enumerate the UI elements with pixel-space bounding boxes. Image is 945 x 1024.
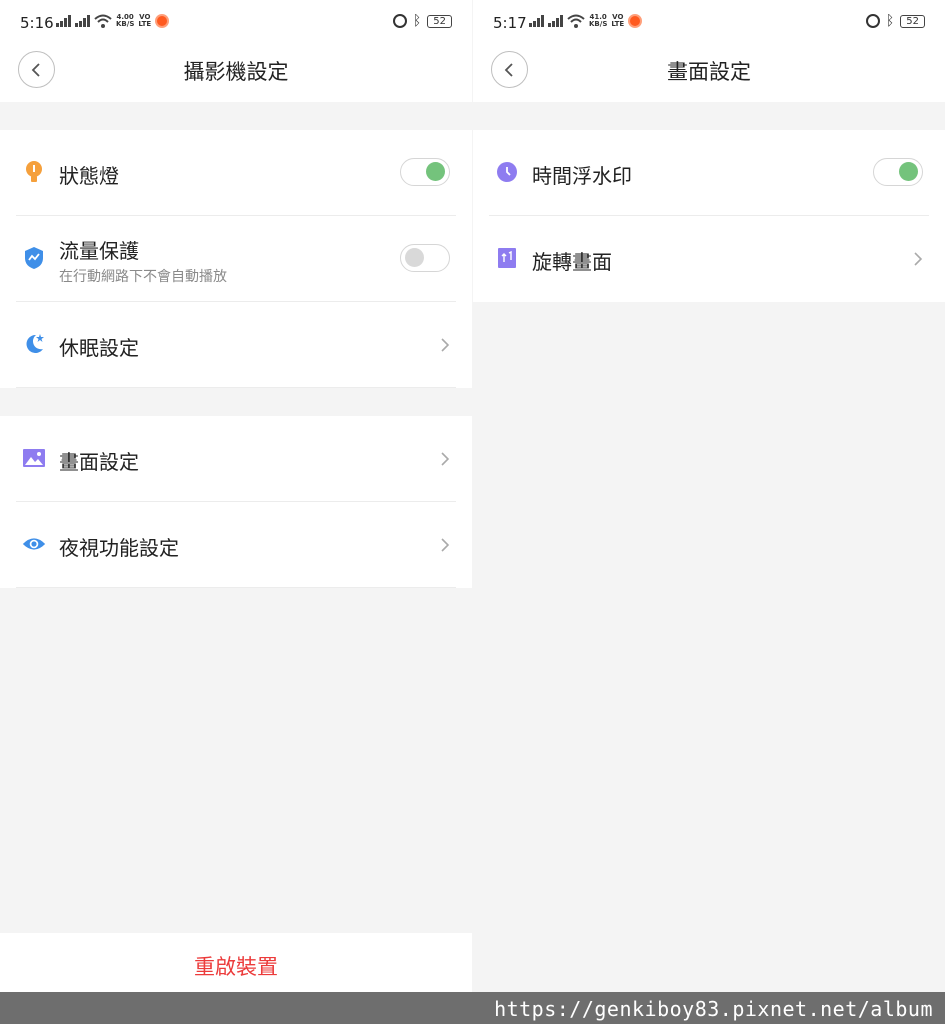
shield-icon	[22, 246, 46, 270]
setting-row-status-light: 狀態燈	[0, 130, 472, 216]
setting-row-sleep[interactable]: 休眠設定	[0, 302, 472, 388]
eye-icon	[22, 532, 46, 556]
reboot-label: 重啟裝置	[194, 955, 278, 979]
settings-group-device: 狀態燈 流量保護 在行動網路下不會自動播放 休眠設定	[0, 130, 472, 388]
time-watermark-toggle[interactable]	[873, 158, 923, 186]
divider	[16, 587, 456, 588]
alarm-icon	[865, 14, 880, 28]
lightbulb-icon	[22, 160, 46, 184]
volte-indicator: VO LTE	[611, 13, 625, 28]
signal-icon	[75, 15, 90, 27]
status-time: 5:17	[493, 14, 527, 32]
setting-row-rotate[interactable]: 旋轉畫面	[473, 216, 945, 302]
setting-label: 夜視功能設定	[59, 536, 179, 560]
chevron-right-icon	[914, 252, 923, 266]
bluetooth-icon: ᛒ	[885, 13, 895, 29]
wifi-icon	[94, 14, 112, 28]
signal-icon	[529, 15, 544, 27]
setting-subtitle: 在行動網路下不會自動播放	[59, 269, 227, 285]
chevron-right-icon	[441, 338, 450, 352]
status-bar: 5:17 41.0 KB/S VO LTE ᛒ 52	[473, 0, 945, 44]
toggle-knob	[426, 162, 445, 181]
page-title: 攝影機設定	[183, 60, 289, 84]
camera-settings-screen: 5:16 4.00 KB/S VO LTE ᛒ 52 攝影機設定 狀態燈 流量保…	[0, 0, 472, 992]
divider	[16, 387, 456, 388]
chevron-right-icon	[441, 452, 450, 466]
battery-icon: 52	[900, 14, 925, 28]
signal-icon	[548, 15, 563, 27]
page-title: 畫面設定	[667, 60, 751, 84]
app-notification-icon	[155, 14, 170, 28]
status-light-toggle[interactable]	[400, 158, 450, 186]
clock-icon	[495, 160, 519, 184]
setting-label: 狀態燈	[59, 164, 119, 188]
status-indicators: 41.0 KB/S VO LTE	[529, 13, 643, 28]
chevron-right-icon	[441, 538, 450, 552]
settings-group-display: 時間浮水印 旋轉畫面	[473, 130, 945, 302]
settings-group-video: 畫面設定 夜視功能設定	[0, 416, 472, 588]
toggle-knob	[899, 162, 918, 181]
reboot-device-button[interactable]: 重啟裝置	[0, 933, 472, 992]
setting-row-time-watermark: 時間浮水印	[473, 130, 945, 216]
watermark-url: https://genkiboy83.pixnet.net/album	[494, 997, 933, 1021]
setting-label: 時間浮水印	[532, 164, 632, 188]
setting-row-display[interactable]: 畫面設定	[0, 416, 472, 502]
signal-icon	[56, 15, 71, 27]
page-header: 畫面設定	[473, 44, 945, 102]
watermark-bar: https://genkiboy83.pixnet.net/album	[0, 992, 945, 1024]
battery-icon: 52	[427, 14, 452, 28]
data-protection-toggle[interactable]	[400, 244, 450, 272]
status-indicators: 4.00 KB/S VO LTE	[56, 13, 170, 28]
setting-row-night-vision[interactable]: 夜視功能設定	[0, 502, 472, 588]
rotate-icon	[495, 246, 519, 270]
bluetooth-icon: ᛒ	[412, 13, 422, 29]
toggle-knob	[405, 248, 424, 267]
status-time: 5:16	[20, 14, 54, 32]
setting-label: 畫面設定	[59, 450, 139, 474]
setting-label: 流量保護	[59, 239, 139, 263]
status-bar: 5:16 4.00 KB/S VO LTE ᛒ 52	[0, 0, 472, 44]
volte-indicator: VO LTE	[138, 13, 152, 28]
status-right: ᛒ 52	[865, 13, 925, 29]
setting-label: 旋轉畫面	[532, 250, 612, 274]
net-speed: 4.00 KB/S	[116, 13, 135, 28]
alarm-icon	[392, 14, 407, 28]
setting-label: 休眠設定	[59, 336, 139, 360]
wifi-icon	[567, 14, 585, 28]
net-speed: 41.0 KB/S	[589, 13, 608, 28]
page-header: 攝影機設定	[0, 44, 472, 102]
app-notification-icon	[628, 14, 643, 28]
setting-row-data-protection: 流量保護 在行動網路下不會自動播放	[0, 216, 472, 302]
display-settings-screen: 5:17 41.0 KB/S VO LTE ᛒ 52 畫面設定 時間浮水印 旋轉…	[473, 0, 945, 992]
image-icon	[22, 446, 46, 470]
status-right: ᛒ 52	[392, 13, 452, 29]
moon-icon	[22, 332, 46, 356]
